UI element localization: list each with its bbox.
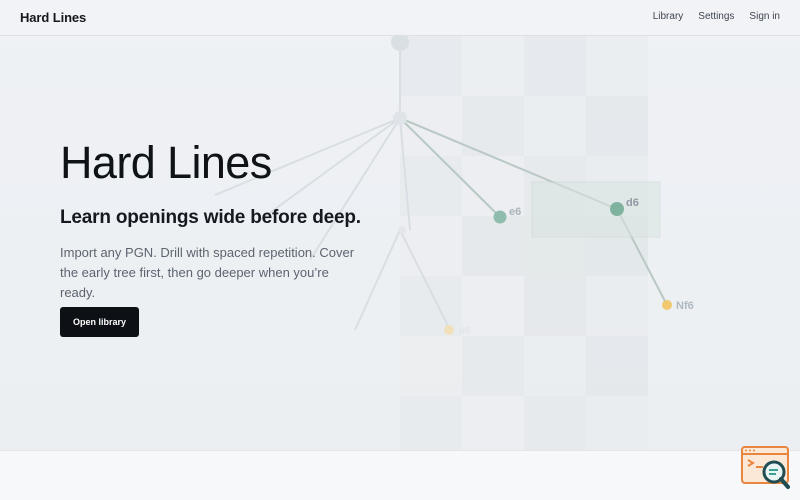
tree-label-nf6: Nf6 [676, 300, 694, 312]
brand-logo[interactable]: Hard Lines [20, 10, 86, 25]
hero-content: Hard Lines Learn openings wide before de… [60, 140, 390, 303]
nav-library-link[interactable]: Library [653, 11, 684, 22]
hero-title: Hard Lines [60, 137, 272, 188]
footer-band [0, 450, 800, 500]
tree-label-d6: d6 [626, 197, 639, 209]
nav-settings-link[interactable]: Settings [698, 11, 734, 22]
search-console-icon[interactable] [741, 445, 791, 490]
hero-section: e6 d6 Nf6 d6 Hard Lines Learn openings w… [0, 0, 800, 450]
open-library-button[interactable]: Open library [60, 307, 139, 337]
hero-description: Import any PGN. Drill with spaced repeti… [60, 245, 355, 300]
tree-node-d6 [610, 202, 624, 216]
hero-subtitle: Learn openings wide before deep. [60, 207, 361, 228]
tree-label-e6: e6 [509, 206, 521, 218]
tree-label-faint: d6 [459, 326, 471, 337]
tree-node-e6 [493, 210, 507, 224]
tree-node-nf6 [662, 300, 672, 310]
nav-sign-in-link[interactable]: Sign in [749, 11, 780, 22]
main-nav: Library Settings Sign in [653, 11, 780, 22]
top-navbar: Hard Lines Library Settings Sign in [0, 0, 800, 36]
